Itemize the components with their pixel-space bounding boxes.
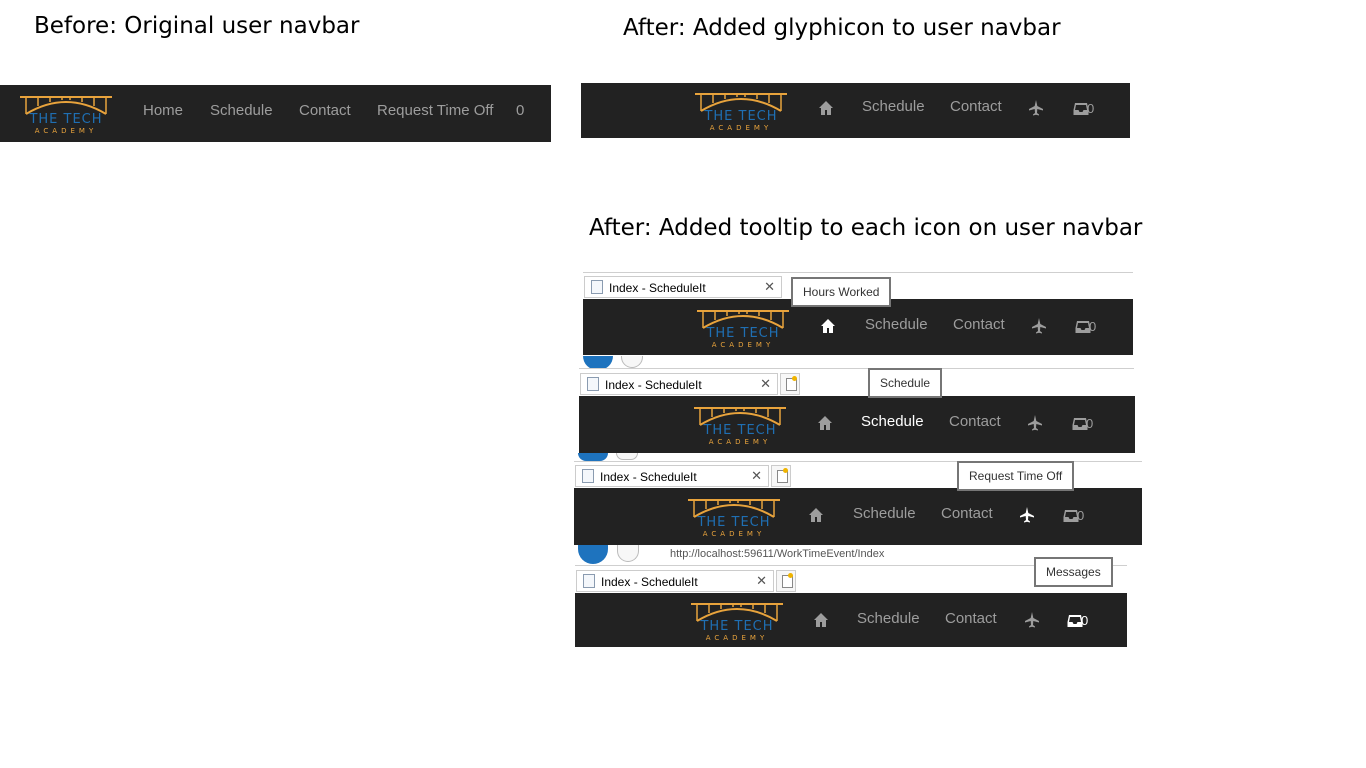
tooltip-messages: Messages [1034, 557, 1113, 587]
forward-button[interactable] [617, 545, 639, 562]
logo-subtitle: ACADEMY [705, 634, 769, 642]
nav-schedule[interactable]: Schedule [861, 413, 924, 430]
home-icon[interactable] [813, 612, 829, 628]
browser-tab[interactable]: Index - ScheduleIt ✕ [580, 373, 778, 395]
logo[interactable]: THE TECH ACADEMY [686, 497, 782, 543]
tooltip-request-time-off: Request Time Off [957, 461, 1075, 491]
messages-count: 0 [1089, 319, 1097, 334]
home-icon[interactable] [817, 415, 833, 431]
home-icon[interactable] [818, 100, 834, 116]
nav-messages-count[interactable]: 0 [516, 102, 524, 119]
logo-title: THE TECH [706, 326, 780, 341]
tab-title: Index - ScheduleIt [600, 470, 697, 484]
heading-after-tooltip: After: Added tooltip to each icon on use… [589, 215, 1143, 241]
nav-schedule[interactable]: Schedule [857, 610, 920, 627]
nav-request-time-off[interactable]: Request Time Off [377, 102, 493, 119]
tab-title: Index - ScheduleIt [609, 281, 706, 295]
plane-icon[interactable] [1028, 100, 1044, 116]
messages-count: 0 [1087, 101, 1095, 116]
address-strip [579, 356, 1134, 370]
close-icon[interactable]: ✕ [756, 573, 767, 589]
page-icon [582, 469, 594, 483]
nav-contact[interactable]: Contact [941, 505, 993, 522]
close-icon[interactable]: ✕ [751, 468, 762, 484]
nav-contact[interactable]: Contact [949, 413, 1001, 430]
logo-title: THE TECH [704, 109, 778, 124]
messages-count: 0 [1077, 508, 1085, 523]
logo-title: THE TECH [697, 515, 771, 530]
logo-title: THE TECH [703, 423, 777, 438]
navbar-glyph: THE TECH ACADEMY Schedule Contact 0 [581, 83, 1130, 138]
plane-icon[interactable] [1024, 612, 1040, 628]
new-tab-button[interactable] [776, 570, 796, 592]
page-icon [583, 574, 595, 588]
nav-contact[interactable]: Contact [950, 98, 1002, 115]
nav-schedule[interactable]: Schedule [865, 316, 928, 333]
logo-subtitle: ACADEMY [708, 438, 772, 446]
tooltip-schedule: Schedule [868, 368, 943, 398]
plane-icon[interactable] [1031, 318, 1047, 334]
browser-tab[interactable]: Index - ScheduleIt ✕ [576, 570, 774, 592]
browser-tab[interactable]: Index - ScheduleIt ✕ [575, 465, 769, 487]
address-bar[interactable]: http://localhost:59611/WorkTimeEvent/Ind… [670, 548, 884, 560]
browser-tab[interactable]: Index - ScheduleIt ✕ [584, 276, 782, 298]
address-strip [574, 453, 1142, 461]
logo[interactable]: THE TECH ACADEMY [693, 91, 789, 137]
navbar-tooltip-hours: THE TECH ACADEMY Schedule Contact 0 [583, 299, 1133, 355]
logo-subtitle: ACADEMY [711, 341, 775, 349]
nav-contact[interactable]: Contact [953, 316, 1005, 333]
plane-icon[interactable] [1027, 415, 1043, 431]
close-icon[interactable]: ✕ [764, 279, 775, 295]
tab-title: Index - ScheduleIt [601, 575, 698, 589]
page-icon [591, 280, 603, 294]
close-icon[interactable]: ✕ [760, 376, 771, 392]
logo[interactable]: THE TECH ACADEMY [18, 94, 114, 140]
plane-icon[interactable] [1019, 507, 1035, 523]
logo-title: THE TECH [700, 619, 774, 634]
nav-schedule[interactable]: Schedule [853, 505, 916, 522]
nav-home[interactable]: Home [143, 102, 183, 119]
heading-after-glyph: After: Added glyphicon to user navbar [623, 15, 1061, 41]
forward-button[interactable] [621, 356, 643, 368]
navbar-tooltip-schedule: THE TECH ACADEMY Schedule Contact 0 [579, 396, 1135, 453]
tooltip-hours-worked: Hours Worked [791, 277, 892, 307]
nav-contact[interactable]: Contact [299, 102, 351, 119]
page-icon [587, 377, 599, 391]
logo-subtitle: ACADEMY [702, 530, 766, 538]
logo[interactable]: THE TECH ACADEMY [689, 601, 785, 647]
home-icon[interactable] [820, 318, 836, 334]
new-tab-button[interactable] [780, 373, 800, 395]
logo[interactable]: THE TECH ACADEMY [695, 308, 791, 354]
nav-schedule[interactable]: Schedule [862, 98, 925, 115]
messages-count: 0 [1086, 416, 1094, 431]
nav-contact[interactable]: Contact [945, 610, 997, 627]
nav-schedule[interactable]: Schedule [210, 102, 273, 119]
forward-button[interactable] [616, 453, 638, 460]
navbar-before: THE TECH ACADEMY Home Schedule Contact R… [0, 85, 551, 142]
logo-subtitle: ACADEMY [34, 127, 98, 135]
logo-subtitle: ACADEMY [709, 124, 773, 132]
logo[interactable]: THE TECH ACADEMY [692, 405, 788, 451]
heading-before: Before: Original user navbar [34, 13, 360, 39]
navbar-tooltip-timeoff: THE TECH ACADEMY Schedule Contact 0 [574, 488, 1142, 545]
navbar-tooltip-messages: THE TECH ACADEMY Schedule Contact 0 [575, 593, 1127, 647]
messages-count: 0 [1081, 613, 1089, 628]
back-button[interactable] [578, 453, 608, 461]
logo-title: THE TECH [29, 112, 103, 127]
home-icon[interactable] [808, 507, 824, 523]
tab-title: Index - ScheduleIt [605, 378, 702, 392]
back-button[interactable] [578, 545, 608, 564]
new-tab-button[interactable] [771, 465, 791, 487]
